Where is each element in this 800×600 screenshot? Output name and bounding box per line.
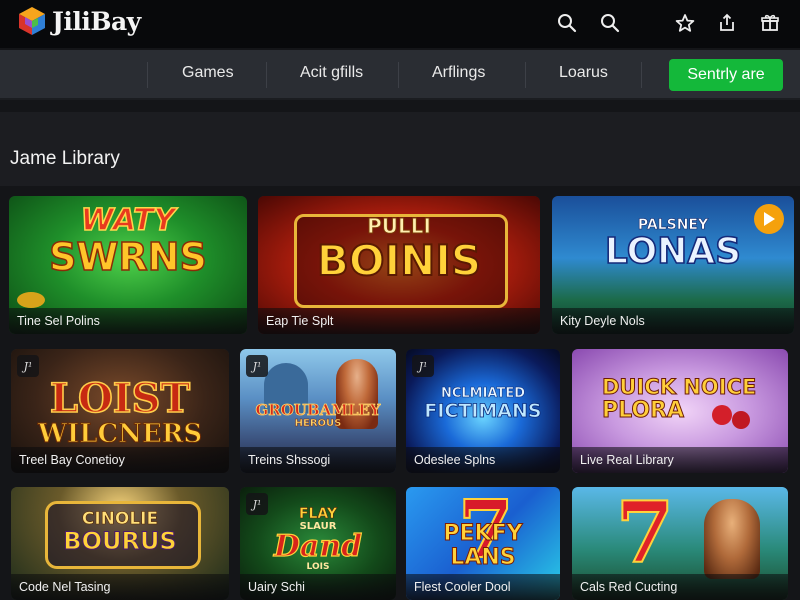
nav-item-games[interactable]: Games [182, 64, 234, 82]
game-art-title: LOIST WILCNERS [37, 375, 203, 449]
game-title: Treel Bay Conetioy [19, 453, 125, 467]
search-icon[interactable] [556, 12, 578, 34]
game-card[interactable]: 7 PEKFY LANS Flest Cooler Dool [406, 487, 560, 600]
nav-divider [147, 62, 148, 88]
game-card[interactable]: LOIST WILCNERS J¹ Treel Bay Conetioy [11, 349, 229, 473]
provider-badge: J¹ [246, 355, 268, 377]
game-title: Live Real Library [580, 453, 674, 467]
game-card[interactable]: FLAY SLAUR Dand LOIS J¹ Uairy Schi [240, 487, 396, 600]
nav-divider [525, 62, 526, 88]
game-card[interactable]: PULLI BOINIS Eap Tie Splt [258, 196, 540, 334]
game-title: Code Nel Tasing [19, 580, 111, 594]
game-title: Cals Red Cucting [580, 580, 678, 594]
app-name: JiliBay [52, 6, 141, 36]
nav-item-acit-gfills[interactable]: Acit gfills [300, 64, 363, 82]
game-title: Eap Tie Splt [266, 314, 334, 328]
nav-item-loarus[interactable]: Loarus [559, 64, 608, 82]
game-title: Odeslee Splns [414, 453, 496, 467]
game-art-title: GROUBAMLEY HEROUS [255, 401, 381, 429]
game-title: Uairy Schi [248, 580, 305, 594]
nav-divider [266, 62, 267, 88]
search-icon-secondary[interactable] [599, 12, 621, 34]
game-art-title: FLAY SLAUR Dand LOIS [273, 506, 363, 572]
provider-badge: J¹ [412, 355, 434, 377]
game-card[interactable]: NCLMIATED FICTIMANS J¹ Odeslee Splns [406, 349, 560, 473]
section-header-band [0, 112, 800, 186]
gold-coins [17, 292, 45, 308]
star-icon[interactable] [674, 12, 696, 34]
game-art-title: PEKFY LANS [443, 521, 523, 570]
provider-badge: J¹ [17, 355, 39, 377]
cherry-graphic [732, 411, 750, 429]
play-icon [764, 212, 775, 226]
game-title: Kity Deyle Nols [560, 314, 645, 328]
logo[interactable]: JiliBay [18, 6, 141, 36]
game-card[interactable]: GROUBAMLEY HEROUS J¹ Treins Shssogi [240, 349, 396, 473]
game-card[interactable]: PALSNEY LONAS Kity Deyle Nols [552, 196, 794, 334]
share-icon[interactable] [716, 12, 738, 34]
gift-icon[interactable] [759, 12, 781, 34]
game-art-title: PULLI BOINIS [316, 214, 482, 285]
game-art-title: CINOLIE BOURUS [63, 509, 177, 555]
game-card[interactable]: DUICK NOICE PLORA Live Real Library [572, 349, 788, 473]
game-title: Treins Shssogi [248, 453, 331, 467]
game-art-title: NCLMIATED FICTIMANS [424, 386, 542, 422]
adventurer-figure [704, 499, 760, 579]
game-card[interactable]: 7 Cals Red Cucting [572, 487, 788, 600]
game-card[interactable]: WATY SWRNS Tine Sel Polins [9, 196, 247, 334]
cta-button[interactable]: Sentrly are [669, 59, 783, 91]
game-title: Flest Cooler Dool [414, 580, 511, 594]
section-title: Jame Library [10, 148, 120, 169]
cube-logo-icon [19, 7, 45, 35]
nav-divider [398, 62, 399, 88]
game-card[interactable]: CINOLIE BOURUS Code Nel Tasing [11, 487, 229, 600]
game-art-title: DUICK NOICE PLORA [602, 375, 757, 423]
nav-item-arflings[interactable]: Arflings [432, 64, 485, 82]
nav-divider [641, 62, 642, 88]
cherry-graphic [712, 405, 732, 425]
game-art-title: WATY SWRNS [48, 203, 207, 279]
provider-badge: J¹ [246, 493, 268, 515]
top-bar: JiliBay [0, 0, 800, 48]
play-button[interactable] [754, 204, 784, 234]
game-title: Tine Sel Polins [17, 314, 100, 328]
